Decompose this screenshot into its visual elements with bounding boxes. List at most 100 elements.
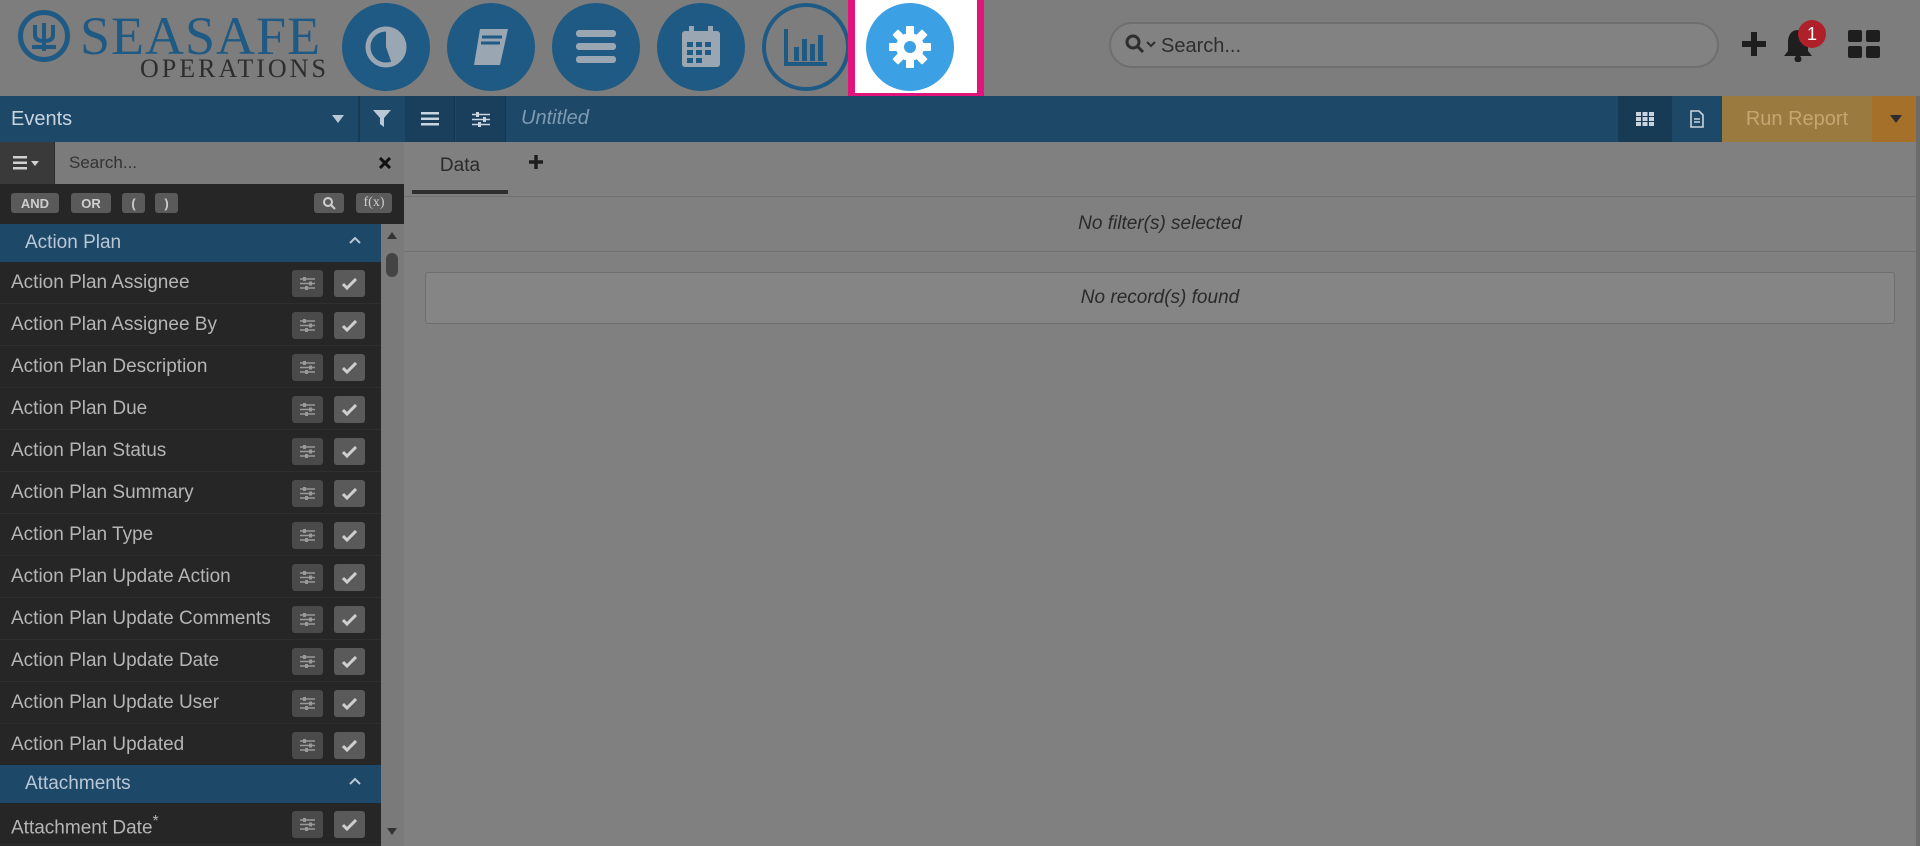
app-logo[interactable]: SEASAFE OPERATIONS [14,6,326,86]
field-select-button[interactable] [334,564,365,591]
group-header-attachments[interactable]: Attachments [0,765,381,803]
sliders-icon [471,111,490,127]
tab-data[interactable]: Data [412,142,508,194]
list-item[interactable]: Action Plan Assignee [0,263,381,304]
field-select-button[interactable] [334,270,365,297]
nav-reports-button[interactable] [762,3,850,91]
global-search[interactable] [1109,22,1719,68]
sliders-icon [300,613,315,626]
add-tab-button[interactable] [528,154,544,175]
field-select-button[interactable] [334,732,365,759]
chevron-up-icon [349,777,361,785]
nav-settings-button[interactable] [866,3,954,91]
report-options-button[interactable] [456,96,506,142]
run-report-button[interactable]: Run Report [1722,96,1872,142]
field-list: Action Plan Action Plan Assignee Action … [0,224,381,846]
check-icon [342,739,357,752]
list-icon [576,30,616,63]
field-select-button[interactable] [334,811,365,838]
operator-or-button[interactable]: OR [71,193,111,213]
document-view-button[interactable] [1672,96,1722,142]
plus-icon [1742,32,1766,56]
caret-down-icon [1890,115,1902,123]
field-settings-button[interactable] [292,438,323,465]
field-label: Action Plan Summary [11,482,194,503]
sliders-icon [300,739,315,752]
run-report-dropdown-button[interactable] [1872,96,1920,142]
field-list-scrollbar[interactable] [381,224,404,846]
field-settings-button[interactable] [292,811,323,838]
field-settings-button[interactable] [292,270,323,297]
check-icon [342,697,357,710]
nav-list-button[interactable] [552,3,640,91]
check-icon [342,277,357,290]
field-list-menu-button[interactable] [0,142,55,184]
operator-open-paren-button[interactable]: ( [122,193,145,213]
field-settings-button[interactable] [292,648,323,675]
list-item[interactable]: Action Plan Update User [0,683,381,724]
field-settings-button[interactable] [292,354,323,381]
field-settings-button[interactable] [292,396,323,423]
pie-chart-icon [365,26,407,68]
module-select[interactable]: Events [0,96,358,142]
report-title[interactable]: Untitled [521,107,589,130]
field-select-button[interactable] [334,312,365,339]
check-icon [342,529,357,542]
check-icon [342,818,357,831]
nav-dashboard-button[interactable] [342,3,430,91]
field-select-button[interactable] [334,522,365,549]
field-select-button[interactable] [334,690,365,717]
sliders-icon [300,277,315,290]
field-select-button[interactable] [334,480,365,507]
chevron-up-icon [349,236,361,244]
list-menu-icon [13,156,39,170]
module-select-label: Events [11,108,73,130]
field-select-button[interactable] [334,648,365,675]
list-item[interactable]: Action Plan Due [0,389,381,430]
list-item[interactable]: Attachment Date* [0,804,381,845]
logo-text-bottom: OPERATIONS [140,54,329,83]
clear-search-button[interactable] [365,142,404,184]
filter-button[interactable] [358,96,404,142]
grid-view-button[interactable] [1618,96,1672,142]
field-settings-button[interactable] [292,690,323,717]
field-settings-button[interactable] [292,480,323,507]
list-item[interactable]: Action Plan Updated [0,725,381,766]
list-item[interactable]: Action Plan Status [0,431,381,472]
list-item[interactable]: Action Plan Description [0,347,381,388]
list-item[interactable]: Action Plan Update Date [0,641,381,682]
field-settings-button[interactable] [292,564,323,591]
nav-calendar-button[interactable] [657,3,745,91]
field-settings-button[interactable] [292,732,323,759]
bar-chart-icon [784,29,827,66]
operator-close-paren-button[interactable]: ) [155,193,178,213]
notification-badge: 1 [1798,20,1826,48]
operator-search-button[interactable] [314,193,344,213]
field-select-button[interactable] [334,606,365,633]
nav-logbook-button[interactable] [447,3,535,91]
field-settings-button[interactable] [292,522,323,549]
report-menu-button[interactable] [405,96,455,142]
scroll-down-icon [387,828,397,835]
operator-and-button[interactable]: AND [11,193,59,213]
list-item[interactable]: Action Plan Type [0,515,381,556]
report-tabs: Data [404,142,1916,197]
global-search-input[interactable] [1159,32,1703,60]
group-header-action-plan[interactable]: Action Plan [0,224,381,262]
field-select-button[interactable] [334,396,365,423]
field-select-button[interactable] [334,354,365,381]
page-scrollbar[interactable] [1916,96,1920,846]
field-search-input[interactable] [67,152,351,174]
function-button[interactable]: f(x) [356,193,392,213]
list-item[interactable]: Action Plan Assignee By [0,305,381,346]
field-select-button[interactable] [334,438,365,465]
field-settings-button[interactable] [292,312,323,339]
sliders-icon [300,403,315,416]
list-item[interactable]: Action Plan Update Comments [0,599,381,640]
apps-button[interactable] [1848,30,1880,63]
list-item[interactable]: Action Plan Update Action [0,557,381,598]
list-item[interactable]: Action Plan Summary [0,473,381,514]
scroll-thumb[interactable] [386,253,398,277]
add-button[interactable] [1740,30,1768,63]
field-settings-button[interactable] [292,606,323,633]
